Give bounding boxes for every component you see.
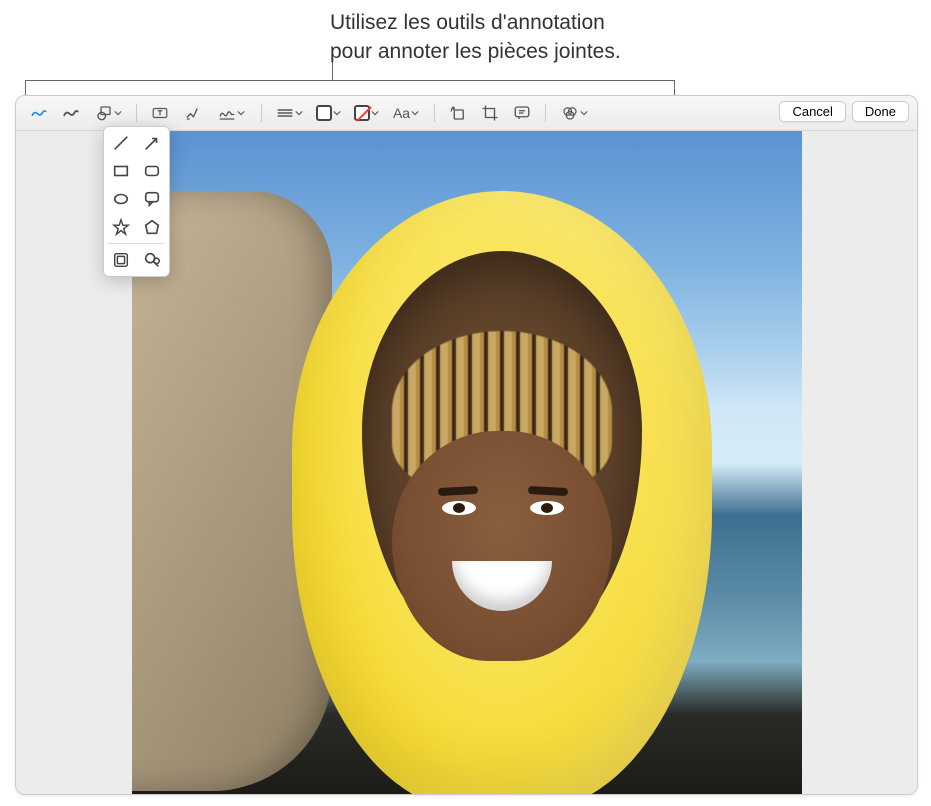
shape-star[interactable] [110, 217, 132, 237]
shape-speech-bubble[interactable] [141, 189, 163, 209]
border-swatch-icon [316, 105, 332, 121]
shape-oval[interactable] [110, 189, 132, 209]
chevron-down-icon [237, 104, 245, 122]
markup-window: Aa Cancel Done [15, 95, 918, 795]
window-action-buttons: Cancel Done [779, 101, 909, 122]
draw-tool[interactable] [56, 101, 86, 125]
text-style-tool[interactable]: Aa [386, 101, 426, 125]
sketch-tool[interactable] [24, 101, 54, 125]
shape-rounded-rectangle[interactable] [141, 161, 163, 181]
markup-toolbar: Aa Cancel Done [16, 96, 917, 131]
text-tool[interactable] [145, 101, 175, 125]
instruction-callout: Utilisez les outils d'annotation pour an… [330, 8, 621, 67]
chevron-down-icon [411, 104, 419, 122]
adjust-color-tool[interactable] [554, 101, 594, 125]
chevron-down-icon [295, 104, 303, 122]
photo-eye [442, 501, 476, 515]
callout-line2: pour annoter les pièces jointes. [330, 37, 621, 66]
shape-loupe[interactable] [141, 250, 163, 270]
chevron-down-icon [580, 104, 588, 122]
callout-line1: Utilisez les outils d'annotation [330, 8, 621, 37]
toolbar-separator [136, 104, 137, 122]
attachment-photo[interactable] [132, 131, 802, 794]
shapes-popup [103, 126, 170, 277]
callout-connector [332, 62, 333, 80]
border-color-tool[interactable] [310, 101, 346, 125]
chevron-down-icon [333, 104, 341, 122]
toolbar-separator [434, 104, 435, 122]
text-style-label: Aa [393, 105, 410, 121]
toolbar-separator [261, 104, 262, 122]
done-button[interactable]: Done [852, 101, 909, 122]
shape-polygon[interactable] [141, 217, 163, 237]
fill-swatch-icon [354, 105, 370, 121]
highlight-tool[interactable] [177, 101, 207, 125]
shapes-tool[interactable] [88, 101, 128, 125]
fill-color-tool[interactable] [348, 101, 384, 125]
photo-eye [530, 501, 564, 515]
shape-rectangle[interactable] [110, 161, 132, 181]
toolbar-separator [545, 104, 546, 122]
shape-mask[interactable] [110, 250, 132, 270]
shape-style-tool[interactable] [270, 101, 308, 125]
chevron-down-icon [114, 104, 122, 122]
photo-face [392, 431, 612, 661]
shape-line[interactable] [110, 133, 132, 153]
popup-separator [108, 243, 165, 244]
sign-tool[interactable] [209, 101, 253, 125]
shape-arrow[interactable] [141, 133, 163, 153]
rotate-tool[interactable] [443, 101, 473, 125]
crop-tool[interactable] [475, 101, 505, 125]
image-description-tool[interactable] [507, 101, 537, 125]
cancel-button[interactable]: Cancel [779, 101, 845, 122]
